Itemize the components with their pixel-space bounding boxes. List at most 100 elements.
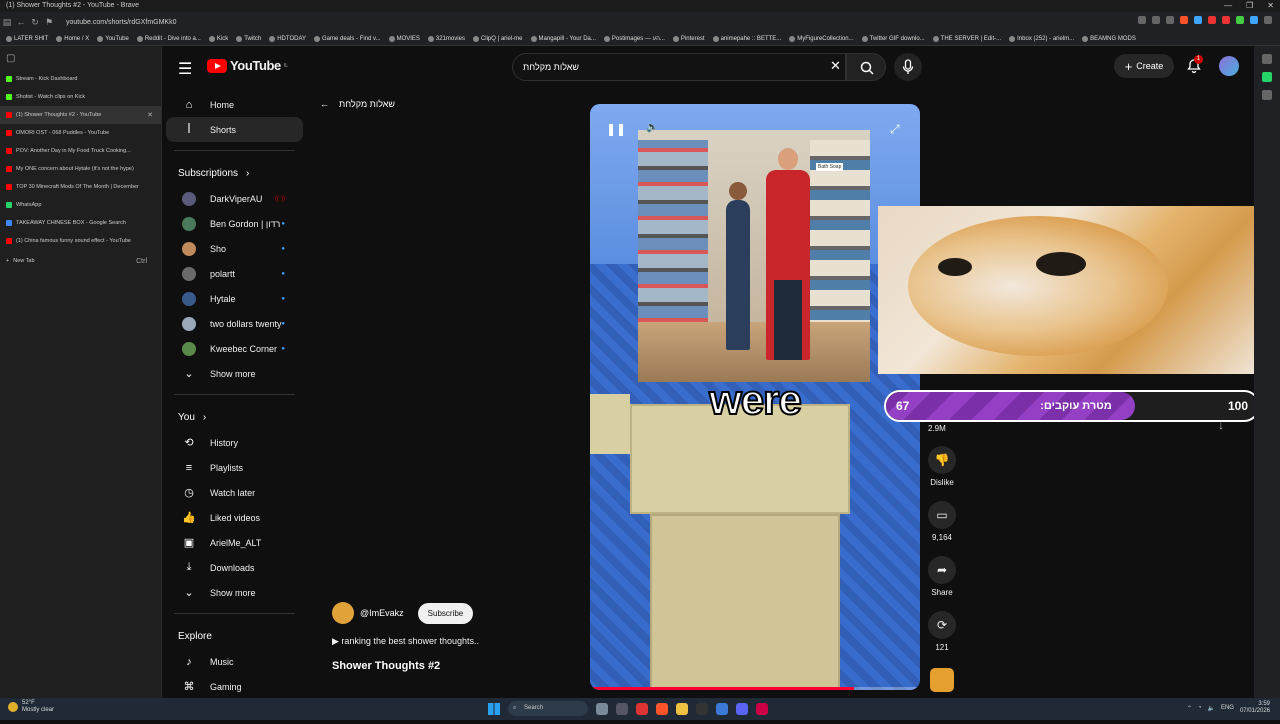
guide-item-watch-later[interactable]: ◷ Watch later <box>166 480 303 505</box>
bookmark-item[interactable]: THE SERVER | Edit-... <box>932 35 1001 42</box>
browser-tab[interactable]: WhatsApp <box>0 196 161 214</box>
bookmark-item[interactable]: Mangapill - Your Da... <box>530 35 596 42</box>
sidebar-toggle-icon[interactable]: ▤ <box>0 17 14 28</box>
brave-shields-icon[interactable] <box>1180 16 1188 24</box>
task-view-icon[interactable] <box>616 702 628 715</box>
sound-thumbnail[interactable] <box>930 668 954 692</box>
tray-overflow-icon[interactable]: ⌃ <box>1187 705 1192 712</box>
channel-name[interactable]: @ImEvakz <box>360 608 404 618</box>
app-icon[interactable] <box>716 702 728 715</box>
bookmark-item[interactable]: MOVIES <box>388 35 420 42</box>
dislike-button[interactable]: 👎 Dislike <box>920 446 964 501</box>
browser-tab[interactable]: My ONE concern about Hytale (it's not th… <box>0 160 161 178</box>
search-button[interactable] <box>846 53 886 81</box>
comments-button[interactable]: ▭ 9,164 <box>920 501 964 556</box>
bookmark-item[interactable]: Twitter GIF downlo... <box>861 35 925 42</box>
guide-item-home[interactable]: ⌂ Home <box>166 92 303 117</box>
new-tab-button[interactable]: + New Tab Ctrl <box>0 252 161 270</box>
app-icon[interactable] <box>756 702 768 715</box>
youtube-logo[interactable]: YouTube IL <box>207 58 288 73</box>
bookmark-item[interactable]: Postimages — הע... <box>603 35 665 42</box>
extension-icon[interactable] <box>1138 16 1146 24</box>
volume-tray-icon[interactable]: 🔈 <box>1207 705 1214 712</box>
clock[interactable]: 3:59 07/01/2026 <box>1240 701 1270 715</box>
fullscreen-icon[interactable]: ⤢ <box>890 122 900 137</box>
show-more-subscriptions[interactable]: ⌄ Show more <box>166 361 303 386</box>
hamburger-menu-icon[interactable]: ☰ <box>178 59 192 79</box>
weather-widget[interactable]: 52°F Mostly clear <box>8 700 54 714</box>
subscription-item[interactable]: two dollars twenty ● <box>166 311 303 336</box>
reload-icon[interactable]: ↻ <box>28 17 42 28</box>
subscription-item[interactable]: polartt ● <box>166 261 303 286</box>
extension-icon[interactable] <box>1152 16 1160 24</box>
bookmark-item[interactable]: YouTube <box>97 35 129 42</box>
bookmark-item[interactable]: LATER SHIT <box>6 35 48 42</box>
extension-icon[interactable] <box>1208 16 1216 24</box>
extension-icon[interactable] <box>1166 16 1174 24</box>
channel-avatar[interactable] <box>332 602 354 624</box>
subscription-item[interactable]: Sho ● <box>166 236 303 261</box>
file-explorer-icon[interactable] <box>676 702 688 715</box>
subscribe-button[interactable]: Subscribe <box>417 602 474 624</box>
guide-item-history[interactable]: ⟲ History <box>166 430 303 455</box>
extension-icon[interactable] <box>1250 16 1258 24</box>
sidebar-add-icon[interactable] <box>1262 90 1272 100</box>
guide-item-downloads[interactable]: ⤓ Downloads <box>166 555 303 580</box>
browser-tab[interactable]: TAKEAWAY CHINESE BOX - Google Search <box>0 214 161 232</box>
bookmark-item[interactable]: MyFigureCollection... <box>789 35 854 42</box>
search-input[interactable]: שאלות מקלחת <box>512 53 846 81</box>
subscriptions-heading[interactable]: Subscriptions › <box>162 161 307 186</box>
you-heading[interactable]: You › <box>162 405 307 430</box>
whatsapp-icon[interactable] <box>1262 72 1272 82</box>
bookmark-item[interactable]: Home / X <box>56 35 89 42</box>
short-description[interactable]: ▶ ranking the best shower thoughts.. <box>332 636 479 647</box>
bookmark-item[interactable]: Inbox (252) - arielm... <box>1009 35 1074 42</box>
menu-icon[interactable] <box>1264 16 1272 24</box>
url-field[interactable]: youtube.com/shorts/rdGXfmGMKk0 <box>66 19 176 26</box>
extension-icon[interactable] <box>1222 16 1230 24</box>
brave-icon[interactable] <box>656 702 668 715</box>
bookmark-icon[interactable]: ⚑ <box>42 17 56 28</box>
subscription-item[interactable]: Kweebec Corner ● <box>166 336 303 361</box>
browser-tab[interactable]: Stream - Kick Dashboard <box>0 70 161 88</box>
create-button[interactable]: + Create <box>1114 54 1174 78</box>
bookmark-item[interactable]: animepahe :: BETTE... <box>712 35 781 42</box>
media-app-icon[interactable] <box>636 702 648 715</box>
guide-item-shorts[interactable]: ꟾ Shorts <box>166 117 303 142</box>
x-icon[interactable] <box>1262 54 1272 64</box>
guide-item-playlists[interactable]: ≡ Playlists <box>166 455 303 480</box>
subscription-item[interactable]: Ben Gordon | רדון ● <box>166 211 303 236</box>
close-window-button[interactable]: ✕ <box>1267 0 1274 12</box>
bookmark-item[interactable]: BEAMNG MODS <box>1082 35 1136 42</box>
browser-tab[interactable]: Shotist - Watch clips on Kick <box>0 88 161 106</box>
bookmark-item[interactable]: Pinterest <box>672 35 705 42</box>
extension-icon[interactable] <box>1236 16 1244 24</box>
browser-tab[interactable]: OMORI OST - 068 Puddles - YouTube <box>0 124 161 142</box>
subscription-item[interactable]: Hytale ● <box>166 286 303 311</box>
clear-search-icon[interactable]: ✕ <box>830 58 841 74</box>
start-menu-icon[interactable] <box>488 702 500 715</box>
app-icon[interactable] <box>696 702 708 715</box>
guide-item-liked-videos[interactable]: 👍 Liked videos <box>166 505 303 530</box>
app-icon[interactable] <box>596 702 608 715</box>
close-tab-icon[interactable]: ✕ <box>147 111 153 119</box>
video-progress-bar[interactable] <box>590 687 920 690</box>
account-avatar[interactable] <box>1219 56 1239 76</box>
voice-search-button[interactable] <box>894 53 922 81</box>
maximize-button[interactable]: ❐ <box>1246 0 1253 12</box>
discord-icon[interactable] <box>736 702 748 715</box>
volume-icon[interactable]: 🔈 <box>646 122 658 133</box>
browser-tab[interactable]: (1) Shower Thoughts #2 - YouTube ✕ <box>0 106 161 124</box>
guide-item-gaming[interactable]: ⌘ Gaming <box>166 674 303 699</box>
guide-item-arielme-alt[interactable]: ▣ ArielMe_ALT <box>166 530 303 555</box>
bookmark-item[interactable]: Reddit - Dive into a... <box>136 35 201 42</box>
share-button[interactable]: ➦ Share <box>920 556 964 611</box>
subscription-item[interactable]: DarkViperAU ((·)) <box>166 186 303 211</box>
pause-icon[interactable]: ❚❚ <box>606 122 626 142</box>
browser-tab[interactable]: (1) China famous funny sound effect - Yo… <box>0 232 161 250</box>
bookmark-item[interactable]: Kick <box>208 35 228 42</box>
wifi-icon[interactable]: ◔ <box>1198 705 1202 711</box>
minimize-button[interactable]: — <box>1224 0 1232 12</box>
sidebar-panel-icon[interactable]: ▢ <box>6 53 15 64</box>
bookmark-item[interactable]: HDTODAY <box>269 35 306 42</box>
